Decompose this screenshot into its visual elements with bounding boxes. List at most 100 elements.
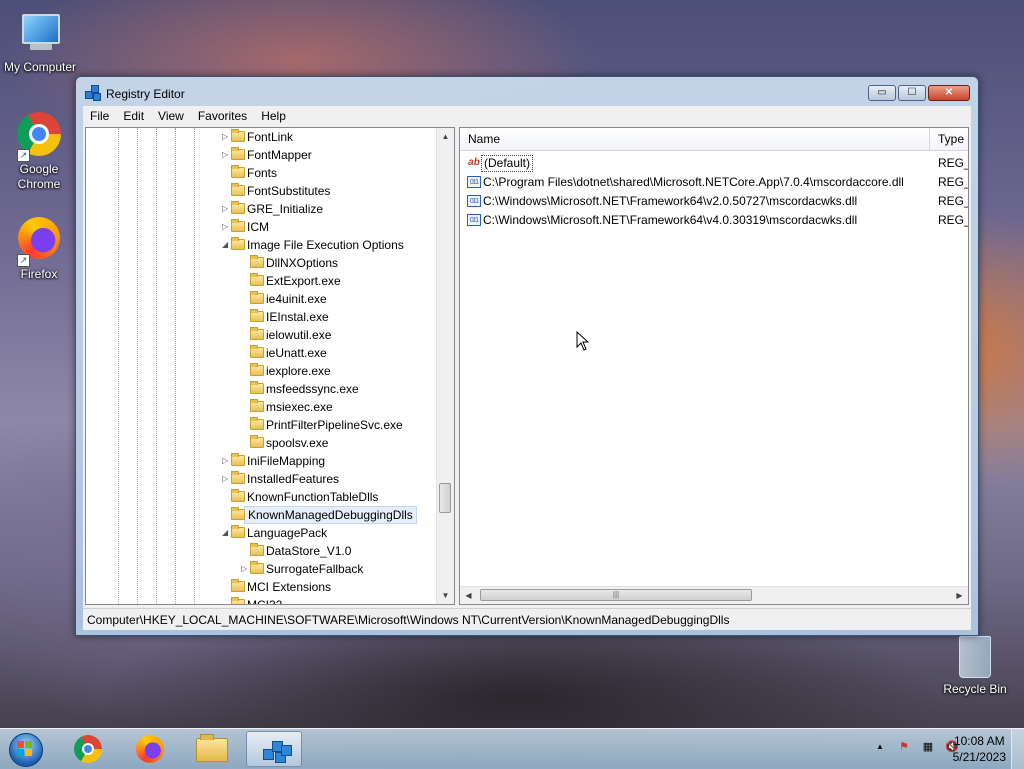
folder-icon (250, 255, 264, 268)
tree-item[interactable]: Fonts (231, 164, 280, 182)
tree-item[interactable]: MCI32 (231, 596, 285, 604)
tree-item[interactable]: ▷ IniFileMapping (222, 452, 328, 470)
tree-item[interactable]: ▷ SurrogateFallback (241, 560, 366, 578)
tree-item[interactable]: ▷ FontLink (222, 128, 296, 146)
collapse-arrow-icon[interactable]: ◢ (222, 529, 230, 537)
tree-item[interactable]: ▷ ICM (222, 218, 272, 236)
folder-icon (196, 734, 228, 762)
tree-item[interactable]: msfeedssync.exe (250, 380, 362, 398)
close-button[interactable]: ✕ (928, 85, 970, 101)
expand-arrow-icon[interactable]: ▷ (241, 565, 249, 573)
tree-item[interactable]: ExtExport.exe (250, 272, 344, 290)
folder-icon (231, 597, 245, 604)
tree-item-label: KnownManagedDebuggingDlls (244, 506, 417, 524)
list-item[interactable]: 011 C:\Program Files\dotnet\shared\Micros… (460, 173, 968, 191)
folder-icon (231, 489, 245, 502)
tree-item[interactable]: IEInstal.exe (250, 308, 332, 326)
tree-item-label: SurrogateFallback (266, 562, 364, 576)
tree-item-label: FontLink (247, 130, 294, 144)
expand-arrow-icon[interactable]: ▷ (222, 457, 230, 465)
column-header-name[interactable]: Name (460, 128, 930, 150)
tree-item[interactable]: spoolsv.exe (250, 434, 331, 452)
show-hidden-icons-button[interactable]: ▲ (872, 739, 888, 755)
tree-item[interactable]: ielowutil.exe (250, 326, 334, 344)
scroll-down-arrow-icon[interactable]: ▼ (437, 587, 454, 604)
tree-item[interactable]: ▷ GRE_Initialize (222, 200, 326, 218)
folder-icon (250, 399, 264, 412)
maximize-button[interactable]: ☐ (898, 85, 926, 101)
tree-item-label: ie4uinit.exe (266, 292, 327, 306)
action-center-icon[interactable]: ⚑ (896, 739, 912, 755)
tree-item[interactable]: DllNXOptions (250, 254, 341, 272)
desktop-icon-recycle-bin[interactable]: Recycle Bin (935, 636, 1015, 696)
tree-item[interactable]: KnownManagedDebuggingDlls (231, 506, 417, 524)
tree-item[interactable]: ◢ Image File Execution Options (222, 236, 407, 254)
tree-item[interactable]: msiexec.exe (250, 398, 336, 416)
folder-icon (250, 543, 264, 556)
values-list[interactable]: Name Type ab(Default)REG_SZ011C:\Program… (459, 127, 969, 605)
menu-help[interactable]: Help (254, 109, 293, 123)
list-item[interactable]: 011 C:\Windows\Microsoft.NET\Framework64\… (460, 192, 968, 210)
folder-icon (231, 507, 245, 520)
status-bar-path: Computer\HKEY_LOCAL_MACHINE\SOFTWARE\Mic… (83, 608, 971, 630)
menu-view[interactable]: View (151, 109, 191, 123)
expand-arrow-icon[interactable]: ▷ (222, 151, 230, 159)
tree-item[interactable]: PrintFilterPipelineSvc.exe (250, 416, 406, 434)
menu-edit[interactable]: Edit (116, 109, 151, 123)
taskbar-file-explorer[interactable] (184, 731, 240, 767)
tree-item[interactable]: FontSubstitutes (231, 182, 333, 200)
taskbar-chrome[interactable] (60, 731, 116, 767)
tree-item[interactable]: ▷ FontMapper (222, 146, 315, 164)
tree-item[interactable]: DataStore_V1.0 (250, 542, 354, 560)
value-name: (Default) (481, 155, 534, 172)
taskbar-registry-editor[interactable] (246, 731, 302, 767)
registry-editor-window[interactable]: Registry Editor ▭ ☐ ✕ File Edit View Fav… (75, 76, 979, 636)
folder-icon (250, 291, 264, 304)
tree-item[interactable]: ▷ InstalledFeatures (222, 470, 342, 488)
tree-item-label: MCI Extensions (247, 580, 332, 594)
expand-arrow-icon[interactable]: ▷ (222, 223, 230, 231)
scroll-left-arrow-icon[interactable]: ◀ (460, 587, 477, 604)
list-scroll-thumb[interactable]: ||| (480, 589, 752, 601)
scroll-up-arrow-icon[interactable]: ▲ (437, 128, 454, 145)
tree-item-label: Image File Execution Options (247, 238, 404, 252)
menu-favorites[interactable]: Favorites (191, 109, 254, 123)
value-type: REG_SZ (938, 156, 968, 170)
column-header-type[interactable]: Type (930, 128, 968, 150)
list-horizontal-scrollbar[interactable]: ◀ ||| ▶ (460, 586, 968, 604)
desktop-icon-google-chrome[interactable]: ↗ Google Chrome (0, 110, 79, 192)
desktop-icon-firefox[interactable]: ↗ Firefox (0, 214, 79, 281)
minimize-button[interactable]: ▭ (868, 85, 896, 101)
tree-scroll-thumb[interactable] (439, 483, 451, 513)
tree-item[interactable]: ie4uinit.exe (250, 290, 330, 308)
list-item[interactable]: ab(Default) REG_SZ (460, 154, 968, 172)
network-icon[interactable]: ▦ (920, 739, 936, 755)
tree-item-label: LanguagePack (247, 526, 328, 540)
menu-file[interactable]: File (83, 109, 116, 123)
expand-arrow-icon[interactable]: ▷ (222, 475, 230, 483)
title-bar[interactable]: Registry Editor ▭ ☐ ✕ (76, 77, 978, 107)
tree-item[interactable]: iexplore.exe (250, 362, 334, 380)
clock[interactable]: 10:08 AM 5/21/2023 (953, 733, 1006, 765)
tree-item[interactable]: ◢ LanguagePack (222, 524, 330, 542)
registry-tree[interactable]: ▷ FontLink ▷ FontMapper Fonts FontSubstitutes… (85, 127, 455, 605)
taskbar-firefox[interactable] (122, 731, 178, 767)
desktop-icon-my-computer[interactable]: My Computer (0, 10, 80, 74)
expand-arrow-icon[interactable]: ▷ (222, 205, 230, 213)
tree-item[interactable]: MCI Extensions (231, 578, 334, 596)
collapse-arrow-icon[interactable]: ◢ (222, 241, 230, 249)
tree-vertical-scrollbar[interactable]: ▲ ▼ (436, 128, 454, 604)
start-button[interactable] (4, 730, 46, 768)
show-desktop-button[interactable] (1011, 729, 1024, 769)
tree-item[interactable]: ieUnatt.exe (250, 344, 330, 362)
scroll-right-arrow-icon[interactable]: ▶ (951, 587, 968, 604)
clock-time: 10:08 AM (953, 734, 1005, 748)
tree-item-label: InstalledFeatures (247, 472, 340, 486)
tree-item-label: FontMapper (247, 148, 312, 162)
expand-arrow-icon[interactable]: ▷ (222, 133, 230, 141)
tree-item[interactable]: KnownFunctionTableDlls (231, 488, 381, 506)
list-item[interactable]: 011 C:\Windows\Microsoft.NET\Framework64\… (460, 211, 968, 229)
